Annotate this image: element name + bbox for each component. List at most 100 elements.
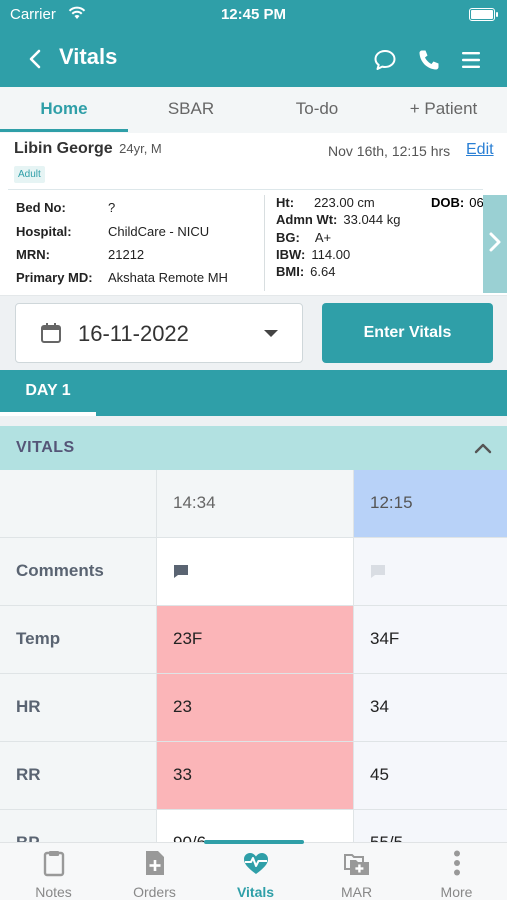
patient-age-sex: 24yr, M <box>119 141 162 156</box>
battery-icon <box>469 8 498 21</box>
nav-more[interactable]: More <box>406 843 507 900</box>
table-row: HR 23 34 <box>0 674 507 742</box>
row-label: Comments <box>0 538 157 606</box>
calendar-icon <box>41 323 61 343</box>
patient-name-text: Libin George <box>14 140 113 157</box>
heartbeat-icon <box>244 853 268 874</box>
comment-cell[interactable] <box>354 538 507 606</box>
comment-icon[interactable] <box>173 564 189 579</box>
dropdown-caret-icon <box>264 330 278 337</box>
status-bar: Carrier 12:45 PM <box>10 6 498 24</box>
info-label: Ht: <box>276 195 295 210</box>
table-row: BP 90/6 55/5 <box>0 810 507 842</box>
card-next-button[interactable] <box>483 195 507 293</box>
time-column-header-selected[interactable]: 12:15 <box>354 470 507 538</box>
chevron-right-icon <box>489 232 501 252</box>
info-row: BG: A+ <box>276 230 331 246</box>
table-row: RR 33 45 <box>0 742 507 810</box>
vital-value-cell[interactable]: 45 <box>354 742 507 810</box>
info-label: IBW: <box>276 247 306 262</box>
table-row: Temp 23F 34F <box>0 606 507 674</box>
info-value: ? <box>108 200 116 215</box>
info-row: Primary MD: Akshata Remote MH <box>16 270 228 288</box>
nav-bar: Vitals <box>0 40 507 78</box>
table-header-row: 14:34 12:15 <box>0 470 507 538</box>
tab-sbar[interactable]: SBAR <box>128 87 254 133</box>
tab-add-patient[interactable]: + Patient <box>380 87 507 133</box>
nav-vitals[interactable]: Vitals <box>205 843 306 900</box>
page-title: Vitals <box>59 44 118 69</box>
row-label: RR <box>0 742 157 810</box>
admission-datetime: Nov 16th, 12:15 hrs <box>328 143 451 159</box>
vital-value-cell[interactable]: 23F <box>157 606 354 674</box>
info-label: Primary MD: <box>16 270 93 285</box>
info-value: 33.044 kg <box>343 212 401 227</box>
info-label: BMI: <box>276 264 305 279</box>
patient-category-badge: Adult <box>14 166 45 183</box>
vitals-table: 14:34 12:15 Comments Temp 23F 34F HR 23 … <box>0 470 507 842</box>
day-tabs: DAY 1 <box>0 370 507 416</box>
tab-todo[interactable]: To-do <box>254 87 380 133</box>
dob-value: 06/0 <box>469 195 483 210</box>
info-value: ChildCare - NICU <box>108 224 210 239</box>
chevron-up-icon[interactable] <box>473 440 493 456</box>
phone-icon[interactable] <box>416 47 442 73</box>
nav-label: Notes <box>35 884 72 900</box>
chat-icon[interactable] <box>372 47 398 73</box>
info-label: Bed No: <box>16 200 66 215</box>
section-title: VITALS <box>16 439 75 456</box>
vitals-section-header[interactable]: VITALS <box>0 426 507 470</box>
more-dots-icon <box>454 850 460 876</box>
active-day-indicator <box>0 412 96 416</box>
vital-value-cell[interactable]: 55/5 <box>354 810 507 842</box>
info-label: Hospital: <box>16 224 72 239</box>
nav-label: Orders <box>133 884 176 900</box>
nav-mar[interactable]: MAR <box>306 843 407 900</box>
app-header: Carrier 12:45 PM Vitals <box>0 0 507 87</box>
bottom-nav: Notes Orders Vitals MAR More <box>0 842 507 900</box>
nav-label: More <box>440 884 473 900</box>
comment-icon[interactable] <box>370 564 386 579</box>
nav-label: MAR <box>340 884 373 900</box>
row-label: HR <box>0 674 157 742</box>
back-icon[interactable] <box>24 46 48 72</box>
info-row: BMI: 6.64 <box>276 264 335 280</box>
divider <box>8 189 483 190</box>
tab-day-1[interactable]: DAY 1 <box>0 370 96 416</box>
vital-value-cell[interactable]: 23 <box>157 674 354 742</box>
edit-link[interactable]: Edit <box>466 141 494 159</box>
info-value: 223.00 cm <box>314 195 375 210</box>
nav-notes[interactable]: Notes <box>3 843 104 900</box>
date-picker[interactable]: 16-11-2022 <box>15 303 303 363</box>
info-value: Akshata Remote MH <box>108 270 228 285</box>
vital-value-cell[interactable]: 33 <box>157 742 354 810</box>
vital-value-cell[interactable]: 34F <box>354 606 507 674</box>
vital-value-cell[interactable]: 90/6 <box>157 810 354 842</box>
comment-cell[interactable] <box>157 538 354 606</box>
info-row: MRN: 21212 <box>16 247 144 265</box>
info-row: Admn Wt: 33.044 kg <box>276 212 400 228</box>
patient-card: Libin George 24yr, M Nov 16th, 12:15 hrs… <box>0 133 507 296</box>
info-row: IBW: 114.00 <box>276 247 350 263</box>
menu-icon[interactable] <box>459 48 483 72</box>
tab-home[interactable]: Home <box>0 87 128 133</box>
time-column-header[interactable]: 14:34 <box>157 470 354 538</box>
active-tab-indicator <box>0 129 128 132</box>
add-folders-icon <box>344 854 369 875</box>
info-label: MRN: <box>16 247 50 262</box>
info-value: 6.64 <box>310 264 336 279</box>
vital-value-cell[interactable]: 34 <box>354 674 507 742</box>
dob-field: DOB: 06/0 <box>431 195 483 210</box>
clock: 12:45 PM <box>220 6 287 23</box>
table-corner <box>0 470 157 538</box>
table-row: Comments <box>0 538 507 606</box>
info-label: BG: <box>276 230 300 245</box>
divider <box>264 195 265 291</box>
dob-label: DOB: <box>431 195 465 210</box>
info-row: Bed No:? <box>16 200 115 218</box>
add-document-icon <box>146 851 164 875</box>
enter-vitals-button[interactable]: Enter Vitals <box>322 303 493 363</box>
info-value: A+ <box>314 230 332 245</box>
nav-orders[interactable]: Orders <box>104 843 205 900</box>
row-label: BP <box>0 810 157 842</box>
